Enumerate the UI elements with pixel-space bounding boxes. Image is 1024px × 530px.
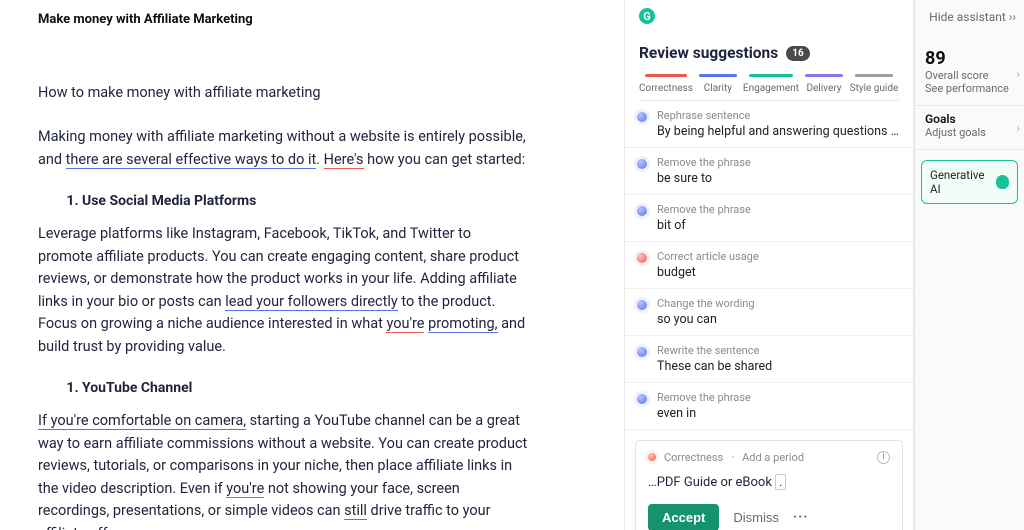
paragraph-2: Leverage platforms like Instagram, Faceb…	[38, 223, 529, 358]
dismiss-button[interactable]: Dismiss	[733, 510, 779, 525]
list-1: Use Social Media Platforms	[38, 193, 529, 209]
clarity-underline[interactable]: there are several effective ways to do i…	[66, 151, 317, 169]
clarity-underline[interactable]: promoting,	[428, 315, 497, 333]
suggestion-item[interactable]: Remove the phrase bit of	[625, 195, 913, 242]
suggestion-item[interactable]: Remove the phrase be sure to	[625, 148, 913, 195]
suggestion-count-badge: 16	[786, 46, 809, 61]
clarity-dot-icon	[637, 347, 647, 357]
clarity-underline[interactable]: still	[344, 502, 367, 520]
suggestion-item[interactable]: Rephrase sentence By being helpful and a…	[625, 101, 913, 148]
tab-clarity[interactable]: Clarity	[693, 74, 743, 100]
accept-button[interactable]: Accept	[648, 504, 719, 530]
paragraph-1: Making money with affiliate marketing wi…	[38, 126, 529, 171]
correctness-underline[interactable]: you're	[226, 480, 264, 498]
suggestions-panel: G Review suggestions 16 Correctness Clar…	[624, 0, 914, 530]
suggestion-item[interactable]: Correct article usage budget	[625, 242, 913, 289]
document-title: Make money with Affiliate Marketing	[38, 12, 529, 27]
correctness-dot-icon	[648, 453, 656, 461]
clarity-underline[interactable]: lead your followers directly	[225, 293, 398, 311]
tab-style[interactable]: Style guide	[849, 74, 899, 100]
suggestion-item[interactable]: Change the wording so you can	[625, 289, 913, 336]
category-tabs: Correctness Clarity Engagement Delivery …	[639, 74, 899, 101]
card-actions: Accept Dismiss ···	[648, 504, 890, 530]
correctness-underline[interactable]: you're	[386, 315, 424, 333]
lightbulb-icon	[996, 175, 1010, 189]
clarity-dot-icon	[637, 206, 647, 216]
assistant-sidebar: Hide assistant ›› 89 Overall score See p…	[914, 0, 1024, 530]
chevron-right-icon: ›	[1012, 10, 1016, 24]
suggestion-card-expanded[interactable]: Correctness · Add a period i …PDF Guide …	[635, 440, 903, 530]
list-item-youtube: YouTube Channel	[82, 380, 529, 396]
correctness-underline[interactable]: Here's	[324, 151, 364, 169]
score-block[interactable]: 89 Overall score See performance ›	[915, 42, 1024, 106]
document-heading: How to make money with affiliate marketi…	[38, 82, 529, 104]
panel-title: Review suggestions 16	[639, 44, 899, 62]
suggestion-item[interactable]: Remove the phrase even in	[625, 383, 913, 430]
chevron-right-icon: ›	[1016, 121, 1020, 135]
grammarly-logo-icon: G	[639, 8, 655, 24]
more-options-icon[interactable]: ···	[793, 509, 809, 525]
info-icon[interactable]: i	[877, 451, 890, 464]
correctness-dot-icon	[637, 253, 647, 263]
tab-engagement[interactable]: Engagement	[743, 74, 799, 100]
list-item-social: Use Social Media Platforms	[82, 193, 529, 209]
clarity-underline[interactable]: If you're comfortable on camera,	[38, 412, 246, 430]
chevron-right-icon: ›	[1016, 67, 1020, 81]
suggestion-list[interactable]: Rephrase sentence By being helpful and a…	[625, 101, 913, 530]
diff-preview: …PDF Guide or eBook .	[648, 474, 890, 490]
goals-block[interactable]: Goals Adjust goals ›	[915, 106, 1024, 150]
clarity-dot-icon	[637, 112, 647, 122]
document-editor[interactable]: Make money with Affiliate Marketing How …	[0, 0, 624, 530]
clarity-dot-icon	[637, 159, 647, 169]
overall-score: 89	[925, 48, 1016, 69]
clarity-dot-icon	[637, 394, 647, 404]
generative-ai-button[interactable]: Generative AI	[921, 160, 1018, 204]
clarity-dot-icon	[637, 300, 647, 310]
hide-assistant-button[interactable]: Hide assistant ››	[915, 0, 1024, 42]
panel-header: G Review suggestions 16 Correctness Clar…	[625, 0, 913, 101]
added-char: .	[775, 474, 786, 490]
paragraph-3: If you're comfortable on camera, startin…	[38, 410, 529, 530]
expanded-header: Correctness · Add a period i	[648, 451, 890, 464]
tab-correctness[interactable]: Correctness	[639, 74, 693, 100]
tab-delivery[interactable]: Delivery	[799, 74, 849, 100]
list-2: YouTube Channel	[38, 380, 529, 396]
suggestion-item[interactable]: Rewrite the sentence These can be shared	[625, 336, 913, 383]
